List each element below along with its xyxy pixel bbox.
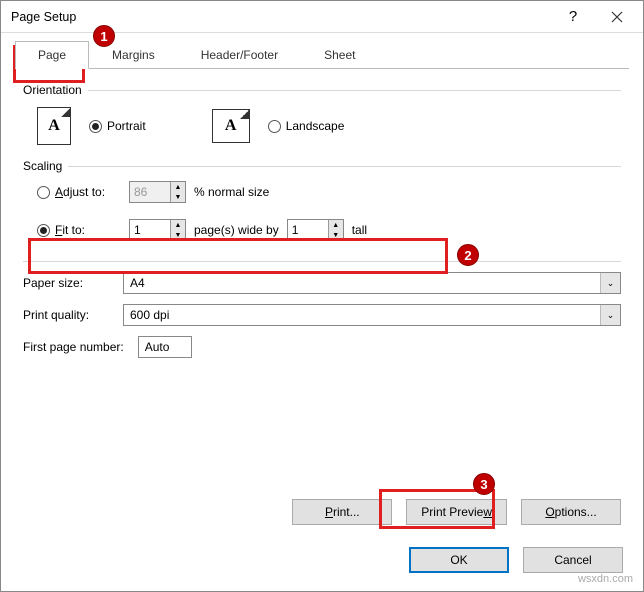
landscape-radio-label: Landscape bbox=[286, 119, 345, 133]
scaling-section-title: Scaling bbox=[23, 159, 621, 173]
cancel-button[interactable]: Cancel bbox=[523, 547, 623, 573]
fit-tall-input[interactable] bbox=[288, 220, 328, 240]
orientation-group: A Portrait A Landscape bbox=[23, 101, 621, 159]
fit-tall-spinner[interactable]: ▲▼ bbox=[287, 219, 344, 241]
adjust-to-input[interactable] bbox=[130, 182, 170, 202]
orientation-section-title: Orientation bbox=[23, 83, 621, 97]
spin-up-icon[interactable]: ▲ bbox=[171, 182, 185, 192]
callout-3: 3 bbox=[473, 473, 495, 495]
print-button[interactable]: Print... bbox=[292, 499, 392, 525]
help-button[interactable]: ? bbox=[551, 2, 595, 32]
print-quality-label: Print quality: bbox=[23, 308, 113, 322]
adjust-to-row: Adjust to: ▲▼ % normal size bbox=[23, 177, 621, 207]
adjust-suffix-label: % normal size bbox=[194, 185, 269, 199]
adjust-to-spinner[interactable]: ▲▼ bbox=[129, 181, 186, 203]
radio-empty-icon bbox=[37, 186, 50, 199]
callout-1: 1 bbox=[93, 25, 115, 47]
spin-up-icon[interactable]: ▲ bbox=[171, 220, 185, 230]
print-quality-combo[interactable]: 600 dpi ⌄ bbox=[123, 304, 621, 326]
tab-page[interactable]: Page bbox=[15, 41, 89, 69]
paper-size-label: Paper size: bbox=[23, 276, 113, 290]
print-preview-button-label: Print Preview bbox=[421, 505, 492, 519]
ok-button[interactable]: OK bbox=[409, 547, 509, 573]
radio-empty-icon bbox=[268, 120, 281, 133]
paper-size-value: A4 bbox=[124, 276, 600, 290]
orientation-label: Orientation bbox=[23, 83, 82, 97]
print-quality-row: Print quality: 600 dpi ⌄ bbox=[23, 304, 621, 326]
options-button-label: Options... bbox=[545, 505, 596, 519]
first-page-input[interactable]: Auto bbox=[138, 336, 192, 358]
print-preview-button[interactable]: Print Preview bbox=[406, 499, 507, 525]
radio-dot-icon bbox=[89, 120, 102, 133]
paper-size-row: Paper size: A4 ⌄ bbox=[23, 272, 621, 294]
callout-2: 2 bbox=[457, 244, 479, 266]
portrait-radio-label: Portrait bbox=[107, 119, 146, 133]
fit-wide-input[interactable] bbox=[130, 220, 170, 240]
page-setup-dialog: Page Setup ? Page Margins Header/Footer … bbox=[0, 0, 644, 592]
portrait-page-icon: A bbox=[37, 107, 71, 145]
print-quality-value: 600 dpi bbox=[124, 308, 600, 322]
close-button[interactable] bbox=[595, 2, 639, 32]
fit-to-label: Fit to: bbox=[55, 223, 85, 237]
radio-fit-to[interactable]: Fit to: bbox=[37, 223, 121, 237]
tab-sheet[interactable]: Sheet bbox=[301, 41, 378, 69]
dialog-body: Orientation A Portrait A Landscape Scali… bbox=[1, 69, 643, 382]
fit-mid-label: page(s) wide by bbox=[194, 223, 279, 237]
radio-dot-icon bbox=[37, 224, 50, 237]
fit-tall-suffix-label: tall bbox=[352, 223, 367, 237]
spin-down-icon[interactable]: ▼ bbox=[171, 230, 185, 240]
first-page-row: First page number: Auto bbox=[23, 336, 621, 358]
fit-wide-spinner[interactable]: ▲▼ bbox=[129, 219, 186, 241]
close-icon bbox=[611, 11, 623, 23]
print-button-label: Print... bbox=[325, 505, 360, 519]
watermark: wsxdn.com bbox=[578, 573, 633, 585]
spin-up-icon[interactable]: ▲ bbox=[329, 220, 343, 230]
options-button[interactable]: Options... bbox=[521, 499, 621, 525]
radio-adjust-to[interactable]: Adjust to: bbox=[37, 185, 121, 199]
first-page-value: Auto bbox=[145, 340, 170, 354]
scaling-label: Scaling bbox=[23, 159, 62, 173]
radio-portrait[interactable]: Portrait bbox=[89, 119, 146, 133]
landscape-page-icon: A bbox=[212, 109, 250, 143]
chevron-down-icon[interactable]: ⌄ bbox=[600, 273, 620, 293]
paper-size-combo[interactable]: A4 ⌄ bbox=[123, 272, 621, 294]
spin-down-icon[interactable]: ▼ bbox=[171, 192, 185, 202]
spin-down-icon[interactable]: ▼ bbox=[329, 230, 343, 240]
radio-landscape[interactable]: Landscape bbox=[268, 119, 345, 133]
adjust-to-label: Adjust to: bbox=[55, 185, 105, 199]
dialog-footer: OK Cancel bbox=[1, 547, 643, 591]
tab-header-footer[interactable]: Header/Footer bbox=[178, 41, 301, 69]
chevron-down-icon[interactable]: ⌄ bbox=[600, 305, 620, 325]
first-page-label: First page number: bbox=[23, 340, 124, 354]
fit-to-row: Fit to: ▲▼ page(s) wide by ▲▼ tall bbox=[23, 215, 621, 245]
window-title: Page Setup bbox=[11, 10, 551, 24]
